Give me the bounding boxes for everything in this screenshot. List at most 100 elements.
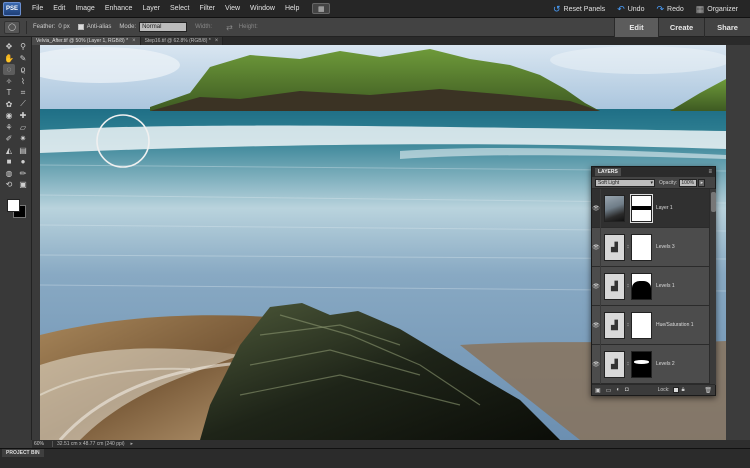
- organizer-button[interactable]: ▦ Organizer: [696, 4, 738, 15]
- mode-select[interactable]: Normal: [139, 22, 188, 32]
- tab-document-step16[interactable]: Step16.tif @ 62.8% (RGB/8) * ×: [140, 37, 224, 45]
- tab-edit[interactable]: Edit: [614, 18, 658, 37]
- move-tool-icon[interactable]: ✥: [3, 41, 15, 52]
- opacity-input[interactable]: 100%: [679, 178, 698, 187]
- layer-name[interactable]: Layer 1: [656, 205, 673, 211]
- feather-input[interactable]: 0 px: [58, 24, 69, 30]
- project-bin-tab[interactable]: PROJECT BIN: [2, 449, 44, 457]
- document-tabs: Velvia_After.tif @ 50% (Layer 1, RGB/8) …: [32, 37, 750, 45]
- layer-name[interactable]: Levels 3: [656, 244, 675, 250]
- menu-window[interactable]: Window: [245, 5, 280, 12]
- project-bin: PROJECT BIN: [0, 448, 750, 468]
- reset-panels-button[interactable]: ↺ Reset Panels: [553, 4, 605, 15]
- adjustment-layer-button-icon[interactable]: ◐: [616, 387, 620, 393]
- reset-panels-label: Reset Panels: [563, 5, 606, 13]
- layer-name[interactable]: Levels 2: [656, 361, 675, 367]
- color-swatches[interactable]: [5, 197, 27, 219]
- gradient-tool-icon[interactable]: ▤: [17, 145, 29, 156]
- eraser-tool-icon[interactable]: ▱: [17, 122, 29, 133]
- close-icon[interactable]: ×: [215, 37, 219, 45]
- arrange-documents-button[interactable]: ▦: [312, 3, 331, 14]
- paint-bucket-tool-icon[interactable]: ◭: [3, 145, 15, 156]
- lock-transparency-checkbox[interactable]: [672, 387, 679, 393]
- width-label: Width:: [195, 24, 213, 30]
- eye-icon[interactable]: 👁: [592, 188, 601, 228]
- swap-dimensions-icon[interactable]: ⇄: [226, 23, 233, 32]
- foreground-color-swatch[interactable]: [7, 199, 20, 212]
- close-icon[interactable]: ×: [132, 37, 136, 45]
- eye-icon[interactable]: 👁: [592, 266, 601, 306]
- smart-brush-tool-icon[interactable]: ✷: [17, 133, 29, 144]
- undo-label: Undo: [627, 5, 645, 13]
- undo-button[interactable]: ↶ Undo: [617, 4, 644, 15]
- chevron-down-icon: ▾: [650, 179, 653, 186]
- hand-tool-icon[interactable]: ✋: [3, 53, 15, 64]
- layer-mask-thumbnail[interactable]: [631, 272, 652, 300]
- eye-icon[interactable]: 👁: [592, 305, 601, 345]
- marquee-tool-icon[interactable]: ◌: [3, 64, 15, 75]
- scrollbar-thumb[interactable]: [711, 192, 716, 212]
- anti-alias-checkbox[interactable]: [77, 24, 84, 30]
- menu-enhance[interactable]: Enhance: [100, 5, 138, 12]
- new-group-icon[interactable]: ▭: [606, 387, 612, 394]
- layer-row-levels-3[interactable]: 👁 ▟ ⦂ Levels 3: [592, 227, 709, 267]
- recompose-tool-icon[interactable]: ▣: [17, 179, 29, 190]
- add-mask-icon[interactable]: ◘: [625, 387, 629, 393]
- eye-icon[interactable]: 👁: [592, 344, 601, 384]
- crop-tool-icon[interactable]: ⌗: [17, 87, 29, 98]
- tab-create[interactable]: Create: [658, 18, 704, 37]
- type-tool-icon[interactable]: T: [3, 87, 15, 98]
- cookie-cutter-tool-icon[interactable]: ✿: [3, 99, 15, 110]
- opacity-dropdown-icon[interactable]: ▸: [698, 178, 706, 187]
- blend-mode-select[interactable]: Soft Light ▾: [595, 178, 655, 187]
- eyedropper-tool-icon[interactable]: ✎: [17, 53, 29, 64]
- layers-panel-footer: ▣ ▭ ◐ ◘ Lock: 🔒︎ 🗑︎: [592, 384, 715, 395]
- menu-edit[interactable]: Edit: [48, 5, 70, 12]
- straighten-tool-icon[interactable]: ⟋: [17, 99, 29, 110]
- clone-stamp-tool-icon[interactable]: ⚘: [3, 122, 15, 133]
- layer-mask-thumbnail[interactable]: [630, 193, 653, 223]
- selection-brush-tool-icon[interactable]: ⌇: [17, 76, 29, 87]
- layer-mask-thumbnail[interactable]: [631, 311, 652, 339]
- menu-layer[interactable]: Layer: [137, 5, 165, 12]
- zoom-tool-icon[interactable]: ⚲: [17, 41, 29, 52]
- tab-share[interactable]: Share: [704, 18, 750, 37]
- shape-tool-icon[interactable]: ■: [3, 156, 15, 167]
- new-layer-icon[interactable]: ▣: [595, 387, 601, 394]
- layer-row-hue-saturation-1[interactable]: 👁 ▟ ⦂ Hue/Saturation 1: [592, 305, 709, 345]
- trash-icon[interactable]: 🗑︎: [704, 387, 712, 394]
- layer-name[interactable]: Hue/Saturation 1: [656, 322, 694, 328]
- sponge-tool-icon[interactable]: ◍: [3, 168, 15, 179]
- layers-scrollbar[interactable]: [709, 189, 716, 385]
- redo-button[interactable]: ↷ Redo: [656, 4, 683, 15]
- mode-label: Mode:: [119, 24, 137, 30]
- lasso-tool-icon[interactable]: ϱ: [17, 64, 29, 75]
- layer-row-levels-2[interactable]: 👁 ▟ ⦂ Levels 2: [592, 344, 709, 384]
- zoom-level[interactable]: 60%: [32, 441, 52, 447]
- menu-file[interactable]: File: [27, 5, 48, 12]
- healing-brush-tool-icon[interactable]: ✚: [17, 110, 29, 121]
- layer-row-layer-1[interactable]: 👁 Layer 1: [592, 188, 709, 228]
- menu-filter[interactable]: Filter: [194, 5, 220, 12]
- elliptical-marquee-tool-icon[interactable]: ◯: [4, 20, 20, 34]
- magic-wand-tool-icon[interactable]: ✧: [3, 76, 15, 87]
- content-aware-move-tool-icon[interactable]: ⟲: [3, 179, 15, 190]
- layer-mask-thumbnail[interactable]: [631, 233, 652, 261]
- tab-document-velvia[interactable]: Velvia_After.tif @ 50% (Layer 1, RGB/8) …: [32, 37, 141, 45]
- menu-view[interactable]: View: [220, 5, 245, 12]
- panel-menu-icon[interactable]: ≡: [708, 169, 712, 175]
- menu-select[interactable]: Select: [165, 5, 194, 12]
- blur-tool-icon[interactable]: ●: [17, 156, 29, 167]
- pencil-tool-icon[interactable]: ✏: [17, 168, 29, 179]
- layers-panel-title[interactable]: LAYERS: [595, 168, 621, 176]
- menu-help[interactable]: Help: [280, 5, 304, 12]
- menu-image[interactable]: Image: [70, 5, 99, 12]
- lock-icon[interactable]: 🔒︎: [682, 387, 685, 394]
- brush-tool-icon[interactable]: ✐: [3, 133, 15, 144]
- red-eye-tool-icon[interactable]: ◉: [3, 110, 15, 121]
- layer-name[interactable]: Levels 1: [656, 283, 675, 289]
- layer-mask-thumbnail[interactable]: [631, 350, 652, 378]
- layer-row-levels-1[interactable]: 👁 ▟ ⦂ Levels 1: [592, 266, 709, 306]
- status-menu-icon[interactable]: ▸: [131, 441, 134, 447]
- eye-icon[interactable]: 👁: [592, 227, 601, 267]
